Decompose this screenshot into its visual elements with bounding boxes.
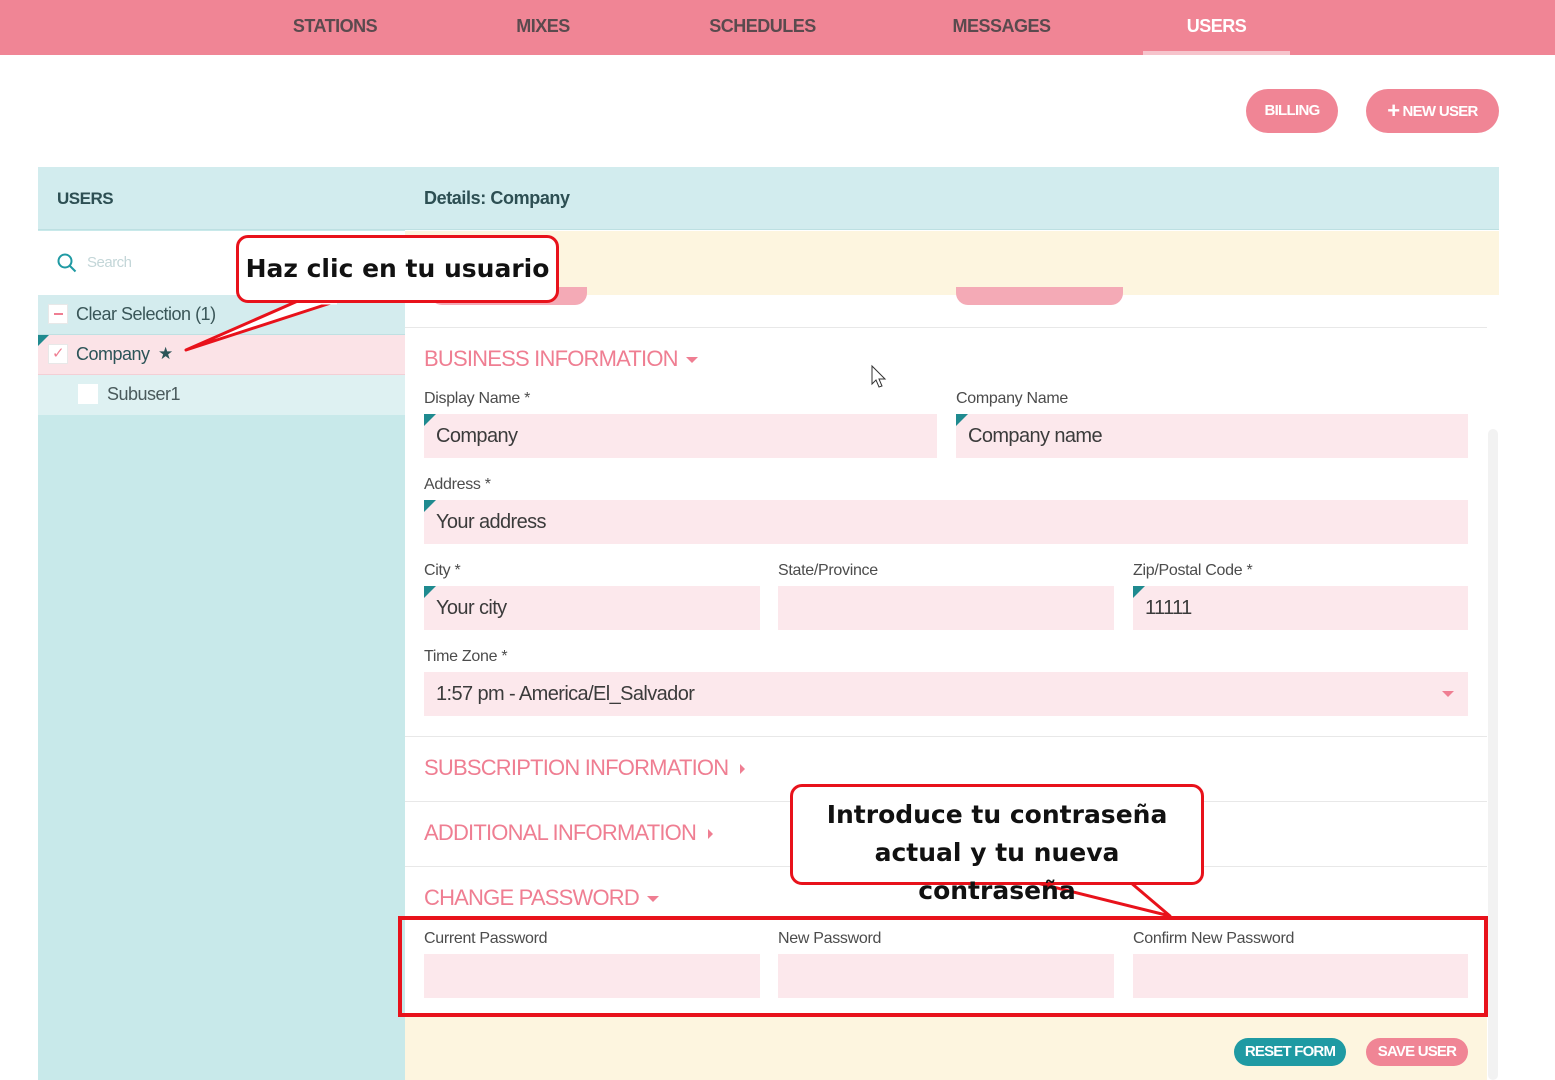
users-panel: USERS Search Clear Selection (1) ✓ Compa… (38, 167, 405, 1080)
section-divider (405, 327, 1487, 328)
callout-click-user-text: Haz clic en tu usuario (245, 254, 550, 283)
state-field[interactable] (778, 586, 1114, 630)
subuser1-checkbox[interactable] (78, 384, 98, 404)
dropdown-arrow-icon (1442, 691, 1454, 697)
star-icon: ★ (158, 344, 174, 363)
reset-form-button[interactable]: RESET FORM (1234, 1038, 1346, 1066)
display-name-field[interactable]: Company (424, 414, 937, 458)
new-user-button[interactable]: + NEW USER (1366, 89, 1499, 133)
search-icon (57, 253, 77, 273)
city-value: Your city (436, 597, 507, 619)
business-info-title: BUSINESS INFORMATION (424, 346, 679, 371)
chevron-right-icon (708, 829, 714, 840)
clear-selection-label: Clear Selection (1) (76, 304, 216, 324)
form-footer: RESET FORM SAVE USER (405, 1017, 1487, 1080)
zip-label: Zip/Postal Code * (1133, 562, 1253, 579)
subscription-info-toggle[interactable]: SUBSCRIPTION INFORMATION (424, 755, 746, 781)
details-title: Details: Company (424, 188, 570, 208)
required-marker (1133, 586, 1145, 598)
user-list-item-subuser1[interactable]: Subuser1 (38, 375, 405, 415)
company-name-field[interactable]: Company name (956, 414, 1468, 458)
callout-enter-password-line1: Introduce tu contraseña (826, 800, 1168, 829)
billing-button[interactable]: BILLING (1246, 89, 1338, 133)
additional-info-toggle[interactable]: ADDITIONAL INFORMATION (424, 820, 714, 846)
tab-users[interactable]: USERS (1143, 0, 1290, 55)
company-name-label: Company Name (956, 390, 1069, 407)
users-panel-header: USERS (38, 167, 405, 230)
business-info-toggle[interactable]: BUSINESS INFORMATION (424, 346, 698, 372)
change-password-toggle[interactable]: CHANGE PASSWORD (424, 885, 659, 911)
zip-value: 11111 (1145, 597, 1192, 619)
display-name-value: Company (436, 425, 518, 447)
save-user-button[interactable]: SAVE USER (1366, 1038, 1468, 1066)
required-marker (424, 586, 436, 598)
tab-messages[interactable]: MESSAGES (935, 0, 1068, 55)
chevron-down-icon (646, 896, 659, 903)
activate-device-button[interactable] (956, 287, 1123, 305)
new-user-label: NEW USER (1402, 103, 1478, 120)
display-name-label: Display Name * (424, 390, 531, 407)
chevron-right-icon (740, 764, 746, 775)
required-marker (424, 414, 436, 426)
details-toolbar (405, 231, 1499, 295)
zip-field[interactable]: 11111 (1133, 586, 1468, 630)
user-list-item-company[interactable]: ✓ Company ★ (38, 335, 405, 375)
minus-icon (54, 313, 63, 315)
subscription-info-title: SUBSCRIPTION INFORMATION (424, 755, 729, 780)
timezone-value: 1:57 pm - America/El_Salvador (436, 683, 695, 705)
details-header: Details: Company (405, 167, 1499, 230)
tab-schedules[interactable]: SCHEDULES (695, 0, 830, 55)
chevron-down-icon (685, 357, 698, 364)
required-marker (424, 500, 436, 512)
state-label: State/Province (778, 562, 878, 579)
company-checkbox[interactable]: ✓ (48, 344, 68, 364)
plus-icon: + (1387, 98, 1400, 123)
checkmark-icon: ✓ (52, 345, 65, 362)
tab-mixes[interactable]: MIXES (493, 0, 593, 55)
clear-selection-checkbox[interactable] (48, 304, 68, 324)
password-fields-highlight (398, 916, 1488, 1017)
top-navigation: STATIONS MIXES SCHEDULES MESSAGES USERS (0, 0, 1555, 55)
company-label: Company (76, 344, 150, 364)
scrollbar[interactable] (1488, 429, 1498, 1080)
additional-info-title: ADDITIONAL INFORMATION (424, 820, 697, 845)
users-panel-title: USERS (57, 189, 114, 208)
subuser1-label: Subuser1 (107, 384, 181, 404)
change-password-title: CHANGE PASSWORD (424, 885, 640, 910)
address-field[interactable]: Your address (424, 500, 1468, 544)
address-label: Address * (424, 476, 491, 493)
callout-enter-password: Introduce tu contraseña actual y tu nuev… (790, 784, 1204, 905)
address-value: Your address (436, 511, 547, 533)
tab-stations[interactable]: STATIONS (275, 0, 395, 55)
required-marker (956, 414, 968, 426)
section-divider (405, 736, 1487, 737)
timezone-label: Time Zone * (424, 648, 508, 665)
search-input[interactable]: Search (87, 254, 132, 271)
timezone-select[interactable]: 1:57 pm - America/El_Salvador (424, 672, 1468, 716)
city-label: City * (424, 562, 461, 579)
city-field[interactable]: Your city (424, 586, 760, 630)
company-name-value: Company name (968, 425, 1103, 447)
callout-click-user: Haz clic en tu usuario (236, 235, 559, 303)
callout-enter-password-line2: actual y tu nueva contraseña (874, 838, 1120, 905)
